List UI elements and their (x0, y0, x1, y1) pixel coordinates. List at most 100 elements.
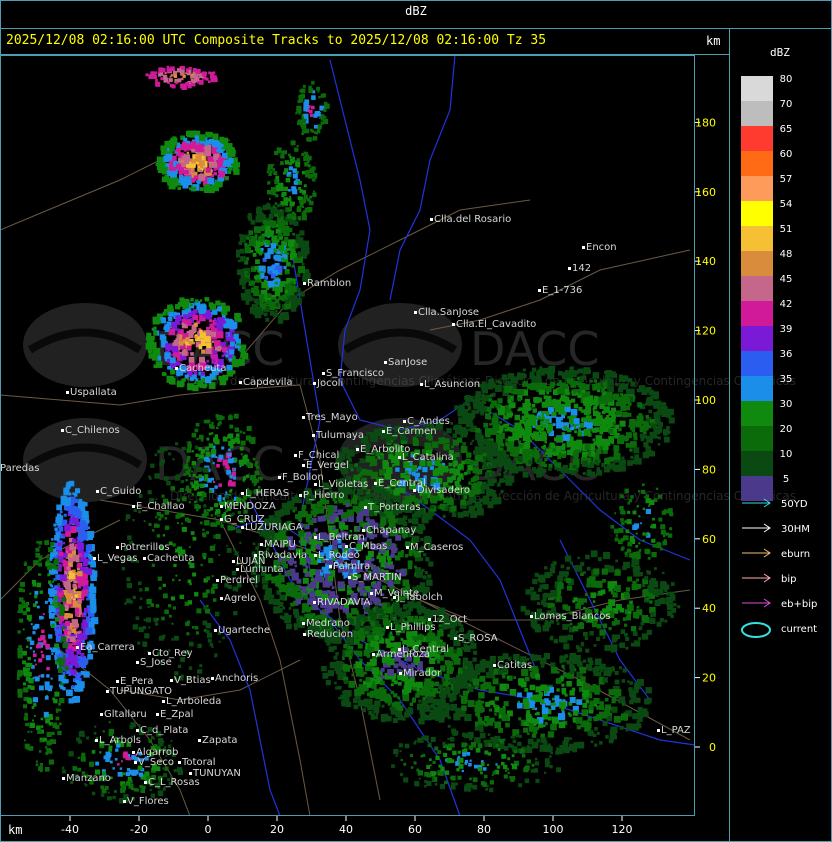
x-tick-label: -20 (130, 823, 148, 836)
map-area[interactable]: DACCDirección de Agricultura y Contingen… (0, 54, 796, 817)
place-marker (66, 391, 69, 394)
place-marker (260, 543, 263, 546)
y-tick-label: 100 (695, 394, 716, 407)
place-label: Divisadero (417, 485, 470, 496)
place-marker (314, 554, 317, 557)
place-marker (399, 672, 402, 675)
place-marker (132, 751, 135, 754)
place-label: M_Caseros (410, 542, 463, 553)
place-label: V_Seco (138, 757, 174, 768)
place-marker (214, 629, 217, 632)
place-marker (454, 637, 457, 640)
place-label: Totoral (181, 757, 216, 768)
place-marker (148, 652, 151, 655)
legend-level-label: 30 (780, 399, 793, 410)
place-label: V_Btias (174, 675, 211, 686)
place-marker (232, 560, 235, 563)
place-label: Manzano (66, 773, 111, 784)
legend-level-label: 45 (780, 274, 793, 285)
place-label: L_Arbols (99, 735, 141, 746)
place-label: V_Flores (127, 796, 169, 807)
place-label: RIVADAVIA (317, 597, 370, 608)
place-marker (302, 622, 305, 625)
place-marker (403, 420, 406, 423)
place-label: Jocoli (316, 378, 343, 389)
place-marker (241, 492, 244, 495)
place-label: L_Violetas (318, 479, 368, 490)
legend-level-label: 20 (780, 424, 793, 435)
place-marker (189, 772, 192, 775)
place-label: E_Vergel (306, 460, 349, 471)
track-legend-label: current (781, 624, 817, 635)
place-label: C_d_Plata (140, 725, 188, 736)
track-legend: 50YD 30HM eburn bip eb+bip current (741, 498, 817, 638)
legend-level-label: 54 (780, 199, 793, 210)
place-marker (348, 576, 351, 579)
place-label: TUPUNGATO (109, 686, 172, 697)
track-legend-label: eburn (781, 549, 810, 560)
track-legend-label: bip (781, 574, 796, 585)
legend-swatch (741, 126, 773, 151)
place-label: Clla.del Rosario (434, 214, 511, 225)
place-label: L_PAZ (661, 725, 691, 736)
legend-level-label: 65 (780, 124, 793, 135)
place-label: E_Challao (136, 501, 185, 512)
place-marker (345, 545, 348, 548)
place-marker (322, 372, 325, 375)
y-tick-label: 120 (695, 325, 716, 338)
legend-swatch (741, 376, 773, 401)
legend-level-label: 39 (780, 324, 793, 335)
place-marker (302, 464, 305, 467)
place-label: Gltallaru (104, 709, 147, 720)
legend-swatch (741, 301, 773, 326)
place-marker (132, 505, 135, 508)
place-marker (76, 646, 79, 649)
place-marker (314, 536, 317, 539)
legend-swatch (741, 251, 773, 276)
composite-subtitle: 2025/12/08 02:16:00 UTC Composite Tracks… (6, 33, 547, 48)
place-marker (216, 579, 219, 582)
place-label: L_Arboleda (166, 696, 221, 707)
place-marker (303, 633, 306, 636)
legend-swatch (741, 426, 773, 451)
place-marker (582, 246, 585, 249)
legend-swatch (741, 176, 773, 201)
place-marker (493, 664, 496, 667)
legend-swatch (741, 201, 773, 226)
y-tick-label: 160 (695, 186, 716, 199)
y-tick-label: 40 (702, 602, 716, 615)
place-label: Clla.SanJose (418, 307, 479, 318)
place-marker (106, 690, 109, 693)
place-label: Tulumaya (315, 430, 364, 441)
place-label: Paredas (0, 463, 39, 474)
place-marker (93, 557, 96, 560)
place-marker (96, 490, 99, 493)
place-marker (393, 596, 396, 599)
place-marker (144, 781, 147, 784)
place-label: L_Rodeo (318, 550, 360, 561)
place-marker (452, 323, 455, 326)
legend-title: dBZ (770, 46, 790, 59)
place-marker (406, 546, 409, 549)
place-marker (162, 700, 165, 703)
place-label: Lunlunta (240, 564, 284, 575)
place-label: Reducion (307, 629, 353, 640)
place-label: Encon (586, 242, 617, 253)
place-marker (329, 565, 332, 568)
place-label: E_Carmen (386, 426, 437, 437)
legend-level-label: 70 (780, 99, 793, 110)
y-tick-label: 60 (702, 533, 716, 546)
place-label: Uspallata (70, 387, 117, 398)
place-marker (384, 361, 387, 364)
place-marker (420, 383, 423, 386)
place-marker (211, 677, 214, 680)
place-marker (220, 505, 223, 508)
legend-level-label: 5 (783, 474, 789, 485)
place-marker (220, 597, 223, 600)
track-legend-label: 30HM (781, 524, 810, 535)
place-marker (299, 494, 302, 497)
place-marker (95, 739, 98, 742)
place-marker (370, 592, 373, 595)
place-marker (123, 800, 126, 803)
place-label: Anchoris (215, 673, 258, 684)
